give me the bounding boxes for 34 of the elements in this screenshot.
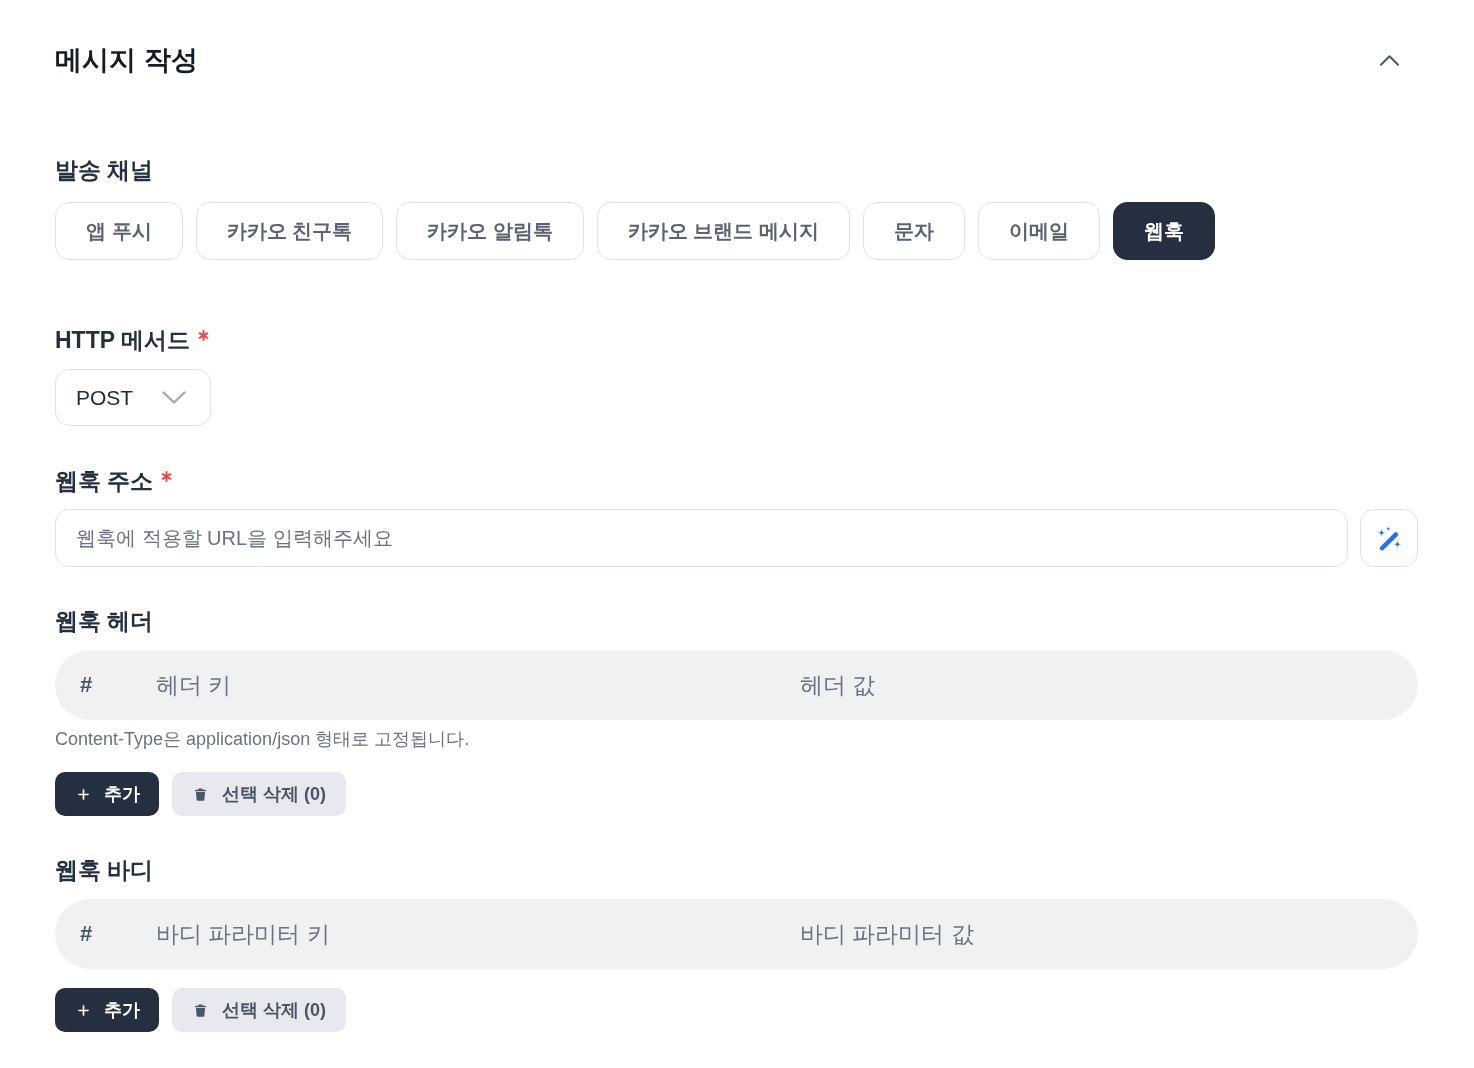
delete-selected-button[interactable]: 선택 삭제 (0) [172, 772, 346, 816]
channel-button[interactable]: 카카오 알림톡 [396, 202, 584, 260]
plus-icon [78, 1004, 89, 1016]
column-header: 헤더 키 [156, 670, 232, 700]
plus-icon [78, 788, 89, 800]
delete-selected-button[interactable]: 선택 삭제 (0) [172, 988, 346, 1032]
channel-button[interactable]: 카카오 브랜드 메시지 [596, 202, 850, 260]
url-input-field[interactable]: 웹훅에 적용할 URL을 입력해주세요 [55, 509, 1348, 567]
trash-icon [195, 1003, 206, 1017]
channel-button[interactable]: 문자 [862, 202, 965, 260]
trash-icon [195, 787, 206, 801]
magic-wand-button[interactable] [1360, 509, 1418, 567]
channel-button[interactable]: 앱 푸시 [55, 202, 183, 260]
helper-text: Content-Type은 application/json 형태로 고정됩니다. [55, 728, 471, 751]
field-label: 웹훅 바디 [55, 856, 154, 885]
column-header: 바디 파라미터 값 [800, 919, 974, 949]
column-header: 헤더 값 [800, 670, 876, 700]
channel-button[interactable]: 웹훅 [1112, 202, 1215, 260]
chevron-up-icon[interactable] [1380, 54, 1399, 66]
add-button[interactable]: 추가 [55, 772, 159, 816]
field-label: 웹훅 주소 [55, 467, 154, 496]
column-header: 바디 파라미터 키 [156, 919, 330, 949]
field-label: HTTP 메서드 [55, 326, 191, 355]
column-header: # [80, 921, 93, 947]
chevron-down-icon [162, 391, 186, 404]
section-title: 메시지 작성 [55, 44, 198, 77]
field-label: 발송 채널 [55, 156, 154, 185]
add-button[interactable]: 추가 [55, 988, 159, 1032]
magic-wand-icon [1376, 525, 1402, 551]
field-label: 웹훅 헤더 [55, 607, 154, 636]
column-header: # [80, 672, 93, 698]
channel-button[interactable]: 카카오 친구톡 [195, 202, 384, 260]
channel-button[interactable]: 이메일 [977, 202, 1100, 260]
method-dropdown[interactable]: POST [55, 369, 211, 426]
